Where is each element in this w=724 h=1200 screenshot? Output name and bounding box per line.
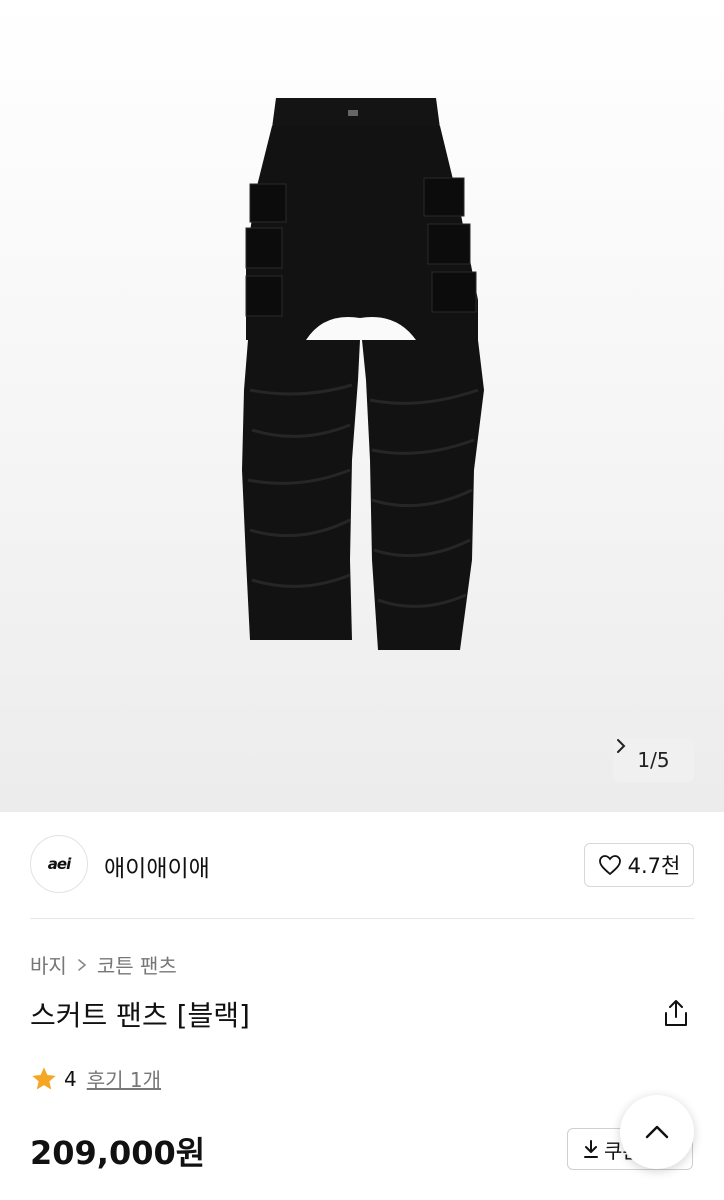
image-counter[interactable]: 1/5 xyxy=(613,738,694,782)
brand-logo-text: aei xyxy=(47,855,71,873)
price: 209,000원 xyxy=(30,1134,206,1172)
download-icon xyxy=(584,1140,598,1158)
brand-name[interactable]: 애이애이애 xyxy=(104,849,210,883)
scroll-to-top-button[interactable] xyxy=(620,1095,694,1169)
chevron-right-icon xyxy=(78,958,87,971)
product-image-gallery[interactable]: 1/5 xyxy=(0,0,724,812)
chevron-up-icon xyxy=(645,1125,669,1139)
review-count-link[interactable]: 후기 1개 xyxy=(87,1064,161,1093)
rating: 4 후기 1개 xyxy=(30,1064,161,1093)
product-image xyxy=(242,98,484,650)
rating-score: 4 xyxy=(64,1066,77,1091)
image-counter-text: 1/5 xyxy=(637,748,670,772)
divider xyxy=(30,918,694,919)
like-button[interactable]: 4.7천 xyxy=(584,843,694,887)
heart-icon xyxy=(598,855,621,876)
share-icon[interactable] xyxy=(660,997,692,1029)
breadcrumb-item-category[interactable]: 바지 xyxy=(30,950,67,979)
breadcrumb: 바지 코튼 팬츠 xyxy=(30,950,177,979)
like-count: 4.7천 xyxy=(627,854,681,878)
star-icon xyxy=(32,1066,56,1089)
brand-logo[interactable]: aei xyxy=(30,835,88,893)
chevron-right-icon xyxy=(617,739,626,753)
breadcrumb-item-subcategory[interactable]: 코튼 팬츠 xyxy=(97,950,177,979)
brand-row[interactable]: aei 애이애이애 4.7천 xyxy=(30,835,694,895)
product-title: 스커트 팬츠 [블랙] xyxy=(30,999,250,1032)
